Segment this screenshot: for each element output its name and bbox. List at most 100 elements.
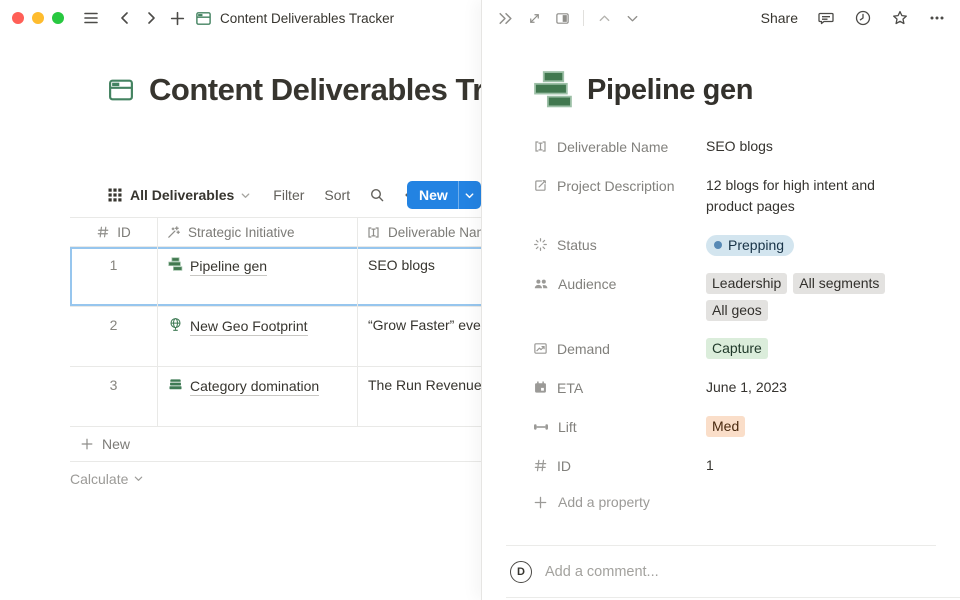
property-row-deliverable-name[interactable]: Deliverable Name SEO blogs: [533, 136, 937, 158]
side-peek-panel: Share Pipeline gen: [481, 0, 960, 600]
tag[interactable]: Capture: [706, 338, 768, 359]
property-row-audience[interactable]: Audience Leadership All segments All geo…: [533, 273, 937, 321]
new-row-button[interactable]: New: [70, 427, 481, 462]
property-row-status[interactable]: Status Prepping: [533, 234, 937, 256]
database-table: ID Strategic Initiative Deliverable Name…: [70, 217, 481, 495]
property-label[interactable]: Demand: [533, 338, 706, 360]
property-label[interactable]: ETA: [533, 377, 706, 399]
cell-deliverable-name[interactable]: The Run Revenue S: [358, 367, 481, 426]
column-header-id[interactable]: ID: [70, 218, 158, 246]
property-value[interactable]: SEO blogs: [706, 136, 937, 158]
status-dot: [714, 241, 722, 249]
side-peek-icon[interactable]: [555, 11, 570, 26]
new-tab-icon[interactable]: [164, 5, 190, 31]
property-name: Project Description: [557, 176, 675, 197]
record-link[interactable]: New Geo Footprint: [168, 317, 308, 336]
window-controls[interactable]: [0, 12, 78, 24]
calculate-button[interactable]: Calculate: [70, 462, 481, 495]
edit-pencil-icon: [533, 178, 548, 193]
record-title[interactable]: Pipeline gen: [587, 74, 753, 107]
plus-icon: [80, 437, 94, 451]
property-value[interactable]: Capture: [706, 338, 937, 360]
page-title[interactable]: Content Deliverables Tracker: [149, 72, 481, 108]
property-label[interactable]: Audience: [533, 273, 706, 321]
new-record-button-label[interactable]: New: [407, 187, 458, 203]
plus-icon: [533, 495, 548, 510]
record-link-label[interactable]: New Geo Footprint: [190, 317, 308, 336]
property-row-id[interactable]: ID 1: [533, 455, 937, 477]
tag-group: Leadership All segments All geos: [706, 273, 906, 321]
minimize-window-button[interactable]: [32, 12, 44, 24]
table-page-icon: [190, 5, 216, 31]
property-value[interactable]: 1: [706, 455, 937, 477]
stack-icon: [168, 377, 183, 392]
filter-button[interactable]: Filter: [273, 187, 304, 203]
property-row-eta[interactable]: ETA June 1, 2023: [533, 377, 937, 399]
property-value[interactable]: June 1, 2023: [706, 377, 937, 399]
property-label[interactable]: Status: [533, 234, 706, 256]
property-label[interactable]: Deliverable Name: [533, 136, 706, 158]
view-name[interactable]: All Deliverables: [130, 187, 234, 203]
property-label[interactable]: Project Description: [533, 175, 706, 217]
comment-input[interactable]: Add a comment...: [545, 564, 659, 580]
cell-deliverable-name[interactable]: SEO blogs: [358, 247, 481, 306]
tag[interactable]: All geos: [706, 300, 768, 321]
property-value[interactable]: 12 blogs for high intent and product pag…: [706, 175, 902, 217]
cell-strategic-initiative[interactable]: New Geo Footprint: [158, 307, 358, 366]
property-value[interactable]: Med: [706, 416, 937, 438]
text-property-icon: [533, 139, 548, 154]
sidebar-menu-icon[interactable]: [78, 5, 104, 31]
chevron-down-icon[interactable]: [459, 190, 481, 201]
sort-button[interactable]: Sort: [324, 187, 350, 203]
tag[interactable]: All segments: [793, 273, 885, 294]
avatar: D: [510, 561, 532, 583]
back-icon[interactable]: [112, 5, 138, 31]
history-clock-icon[interactable]: [854, 9, 872, 27]
property-row-demand[interactable]: Demand Capture: [533, 338, 937, 360]
record-link-label[interactable]: Category domination: [190, 377, 319, 396]
forward-icon[interactable]: [138, 5, 164, 31]
comment-bubble-icon[interactable]: [817, 9, 835, 27]
cell-deliverable-name[interactable]: “Grow Faster” eve: [358, 307, 481, 366]
pipeline-bars-icon: [168, 257, 183, 272]
share-button[interactable]: Share: [761, 10, 798, 26]
table-row[interactable]: 1 Pipeline gen SEO blogs: [70, 247, 481, 307]
star-icon[interactable]: [891, 9, 909, 27]
chevron-down-icon[interactable]: [625, 11, 640, 26]
panel-header-left-controls: [497, 10, 640, 27]
property-value[interactable]: Prepping: [706, 234, 937, 256]
add-property-button[interactable]: Add a property: [533, 494, 937, 510]
double-chevron-right-icon[interactable]: [497, 10, 514, 27]
chevron-down-icon[interactable]: [240, 190, 251, 201]
property-value[interactable]: Leadership All segments All geos: [706, 273, 937, 321]
page-title-row: Content Deliverables Tracker: [107, 72, 481, 108]
divider: [506, 597, 960, 598]
column-header-deliverable-name[interactable]: Deliverable Name: [358, 218, 481, 246]
ellipsis-icon[interactable]: [928, 9, 946, 27]
tag[interactable]: Med: [706, 416, 745, 437]
property-label[interactable]: Lift: [533, 416, 706, 438]
zoom-window-button[interactable]: [52, 12, 64, 24]
new-record-button[interactable]: New: [407, 181, 481, 209]
record-link-label[interactable]: Pipeline gen: [190, 257, 267, 276]
status-pill[interactable]: Prepping: [706, 235, 794, 256]
status-spinner-icon: [533, 237, 548, 252]
close-window-button[interactable]: [12, 12, 24, 24]
table-row[interactable]: 3 Category domination The Run Revenue S: [70, 367, 481, 427]
comment-row[interactable]: D Add a comment...: [482, 546, 960, 597]
column-header-strategic-initiative[interactable]: Strategic Initiative: [158, 218, 358, 246]
expand-diagonal-icon[interactable]: [527, 11, 542, 26]
property-name: Deliverable Name: [557, 137, 668, 158]
record-link[interactable]: Category domination: [168, 377, 319, 396]
property-row-lift[interactable]: Lift Med: [533, 416, 937, 438]
table-row[interactable]: 2 New Geo Footprint “Grow Faster” eve: [70, 307, 481, 367]
people-icon: [533, 276, 549, 292]
property-label[interactable]: ID: [533, 455, 706, 477]
search-icon[interactable]: [369, 187, 385, 203]
cell-strategic-initiative[interactable]: Category domination: [158, 367, 358, 426]
tag[interactable]: Leadership: [706, 273, 787, 294]
property-row-project-description[interactable]: Project Description 12 blogs for high in…: [533, 175, 937, 217]
chevron-up-icon[interactable]: [597, 11, 612, 26]
cell-strategic-initiative[interactable]: Pipeline gen: [158, 247, 358, 306]
record-link[interactable]: Pipeline gen: [168, 257, 267, 276]
